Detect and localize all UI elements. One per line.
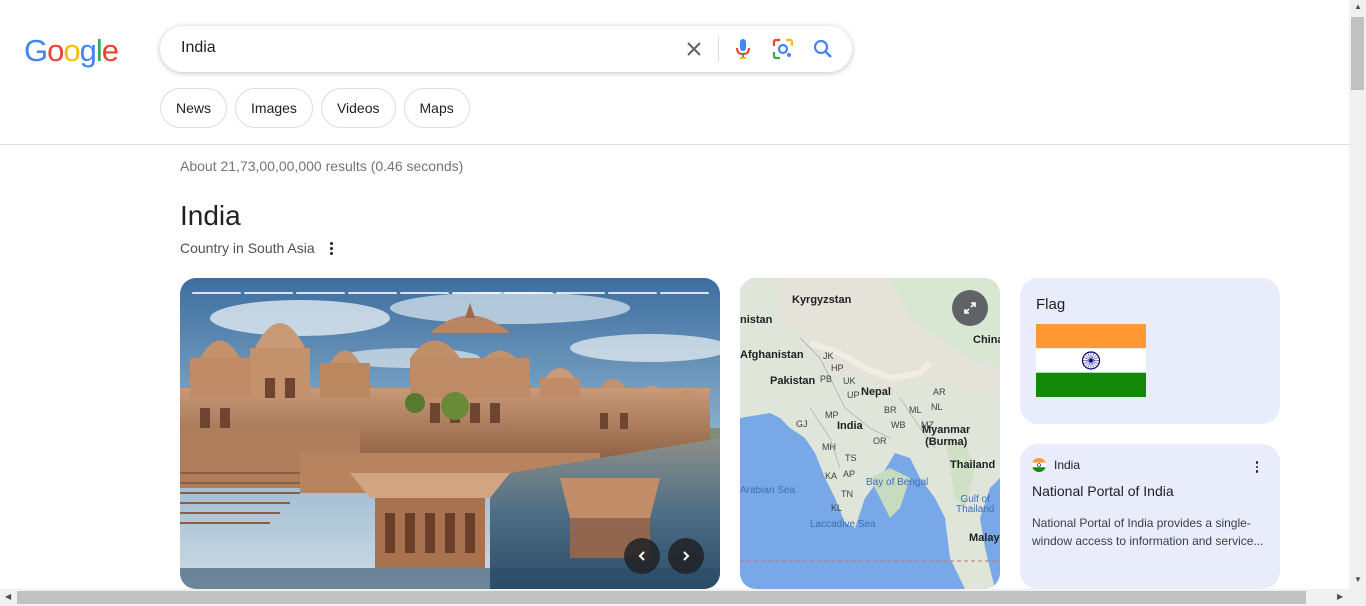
camera-lens-icon[interactable] xyxy=(771,37,795,61)
chip-videos[interactable]: Videos xyxy=(320,88,396,128)
search-icon[interactable] xyxy=(811,37,835,61)
search-divider xyxy=(718,36,719,62)
knowledge-panel-subtitle: Country in South Asia xyxy=(180,240,315,256)
microphone-icon[interactable] xyxy=(731,37,755,61)
close-icon[interactable] xyxy=(682,37,706,61)
carousel-prev-button[interactable] xyxy=(624,538,660,574)
scroll-down-arrow-icon[interactable]: ▼ xyxy=(1354,575,1362,584)
map-label-nl: NL xyxy=(931,402,943,412)
map-label-uk: UK xyxy=(843,376,856,386)
chevron-left-icon xyxy=(638,551,645,561)
search-box[interactable]: India xyxy=(160,26,852,72)
horizontal-scrollbar[interactable]: ◀ ▶ xyxy=(0,589,1366,606)
map-label-arabian-sea: Arabian Sea xyxy=(740,485,796,496)
google-logo[interactable]: Google xyxy=(24,33,119,69)
flag-card-title: Flag xyxy=(1036,296,1066,313)
map-label-ka: KA xyxy=(825,471,838,481)
map-label-br: BR xyxy=(884,405,897,415)
result-stats: About 21,73,00,00,000 results (0.46 seco… xyxy=(180,158,464,174)
map-label-hp: HP xyxy=(831,363,844,373)
map-label-ar: AR xyxy=(933,387,946,397)
map-label-bay-of-bengal: Bay of Bengal xyxy=(866,477,929,488)
map-label-gulf-of-thailand: Gulf of Thailand xyxy=(956,494,995,515)
map-label-pakistan: Pakistan xyxy=(770,375,816,387)
map-label-pb: PB xyxy=(820,374,833,384)
map-label-jk: JK xyxy=(823,351,834,361)
map-label-ap: AP xyxy=(843,469,856,479)
map-label-afghanistan: Afghanistan xyxy=(740,349,804,361)
map-label-mp: MP xyxy=(825,410,839,420)
map-label-or: OR xyxy=(873,436,887,446)
portal-more-options-icon[interactable] xyxy=(1250,460,1264,474)
map-expand-button[interactable] xyxy=(952,290,988,326)
map-label-malay: Malay xyxy=(969,532,1000,544)
map-label-india: India xyxy=(837,420,863,432)
horizontal-scrollbar-thumb[interactable] xyxy=(17,591,1306,604)
map-label-mz: MZ xyxy=(921,420,934,430)
chip-images[interactable]: Images xyxy=(235,88,313,128)
image-carousel[interactable] xyxy=(180,278,720,589)
map-label-ts: TS xyxy=(845,453,857,463)
map-thumbnail[interactable]: Kyrgyzstan nistan China Afghanistan Paki… xyxy=(740,278,1000,589)
carousel-progress xyxy=(192,292,709,294)
map-label-nistan: nistan xyxy=(740,314,773,326)
portal-source: India xyxy=(1032,458,1080,472)
more-options-icon[interactable] xyxy=(325,241,339,255)
portal-card[interactable]: India National Portal of India National … xyxy=(1020,444,1280,589)
map-label-ml: ML xyxy=(909,405,922,415)
search-filter-chips: News Images Videos Maps xyxy=(160,88,470,128)
map-label-tn: TN xyxy=(841,489,853,499)
map-label-gj: GJ xyxy=(796,419,808,429)
knowledge-panel-title: India xyxy=(180,200,241,231)
expand-icon xyxy=(964,302,976,314)
map-label-kl: KL xyxy=(831,503,843,513)
chip-maps[interactable]: Maps xyxy=(403,88,470,128)
map-label-thailand: Thailand xyxy=(950,459,996,471)
carousel-next-button[interactable] xyxy=(668,538,704,574)
map-label-laccadive-sea: Laccadive Sea xyxy=(810,519,876,530)
map-label-kyrgyzstan: Kyrgyzstan xyxy=(792,294,852,306)
india-flag xyxy=(1036,324,1146,397)
map-label-mh: MH xyxy=(822,442,836,452)
portal-description: National Portal of India provides a sing… xyxy=(1032,516,1264,548)
india-flag-favicon-icon xyxy=(1032,458,1046,472)
map-label-china: China xyxy=(973,334,1000,346)
scroll-right-arrow-icon[interactable]: ▶ xyxy=(1337,592,1343,601)
scroll-up-arrow-icon[interactable]: ▲ xyxy=(1354,2,1362,11)
flag-card[interactable]: Flag xyxy=(1020,278,1280,424)
map-label-up: UP xyxy=(847,390,860,400)
chip-news[interactable]: News xyxy=(160,88,228,128)
search-input[interactable]: India xyxy=(181,39,216,57)
vertical-scrollbar-thumb[interactable] xyxy=(1351,17,1364,90)
header: Google India News Images Videos Maps xyxy=(0,0,1349,145)
page: Google India News Images Videos Maps Abo… xyxy=(0,0,1366,606)
scroll-left-arrow-icon[interactable]: ◀ xyxy=(5,592,11,601)
vertical-scrollbar[interactable]: ▲ ▼ xyxy=(1349,0,1366,589)
knowledge-panel-subtitle-row: Country in South Asia xyxy=(180,240,339,256)
chevron-right-icon xyxy=(683,551,690,561)
portal-source-label: India xyxy=(1054,458,1081,472)
map-label-wb: WB xyxy=(891,420,906,430)
portal-name[interactable]: National Portal of India xyxy=(1032,483,1174,499)
map-label-nepal: Nepal xyxy=(861,386,891,398)
